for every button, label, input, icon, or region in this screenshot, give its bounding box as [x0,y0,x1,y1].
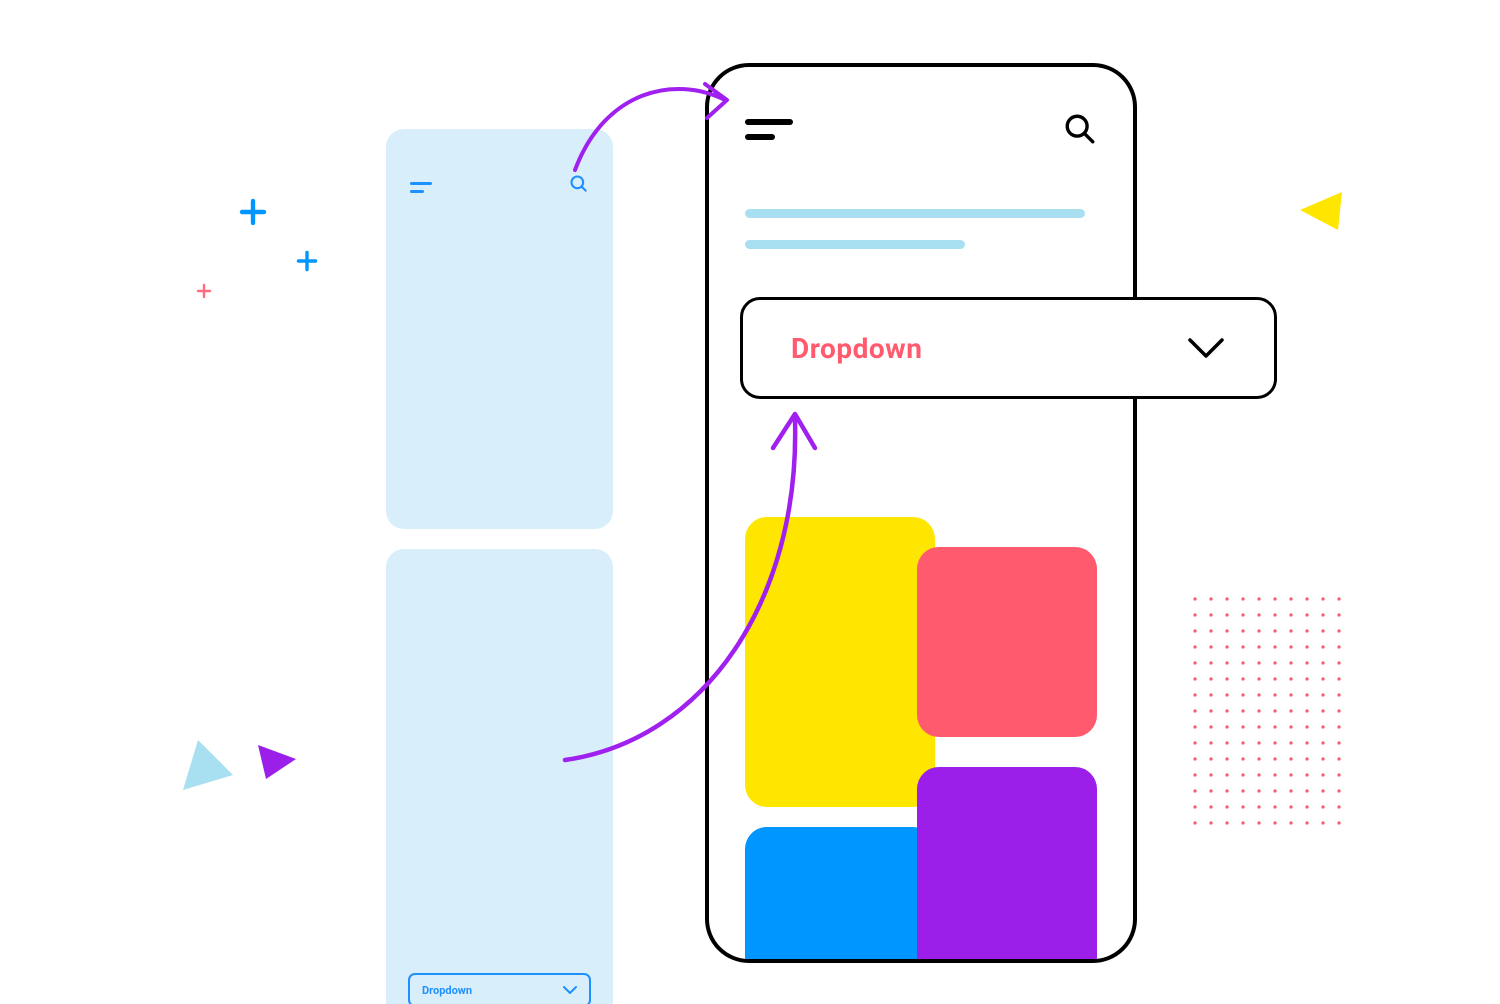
dropdown-select[interactable]: Dropdown [740,297,1277,399]
triangle-icon [258,745,296,783]
text-placeholder [745,209,1097,249]
search-icon[interactable] [1063,112,1097,146]
dot-pattern [1192,596,1342,836]
chevron-down-icon [563,985,577,995]
dropdown-select[interactable]: Dropdown [408,973,591,1004]
dropdown-label: Dropdown [422,984,472,997]
plus-icon [297,251,317,271]
menu-icon[interactable] [410,182,432,193]
tile-purple[interactable] [917,767,1097,963]
arrow-icon [555,400,825,780]
triangle-icon [178,735,238,795]
arrow-icon [565,70,745,180]
menu-icon[interactable] [745,119,793,140]
tile-red[interactable] [917,547,1097,737]
chevron-down-icon [1186,336,1226,360]
app-header [745,107,1097,151]
tile-blue[interactable] [745,827,935,963]
plus-icon [240,199,266,225]
dropdown-label: Dropdown [791,332,922,365]
triangle-icon [1300,192,1342,234]
illustration-stage: Dropdown Dropdown [0,0,1500,1004]
plus-icon [197,284,211,298]
